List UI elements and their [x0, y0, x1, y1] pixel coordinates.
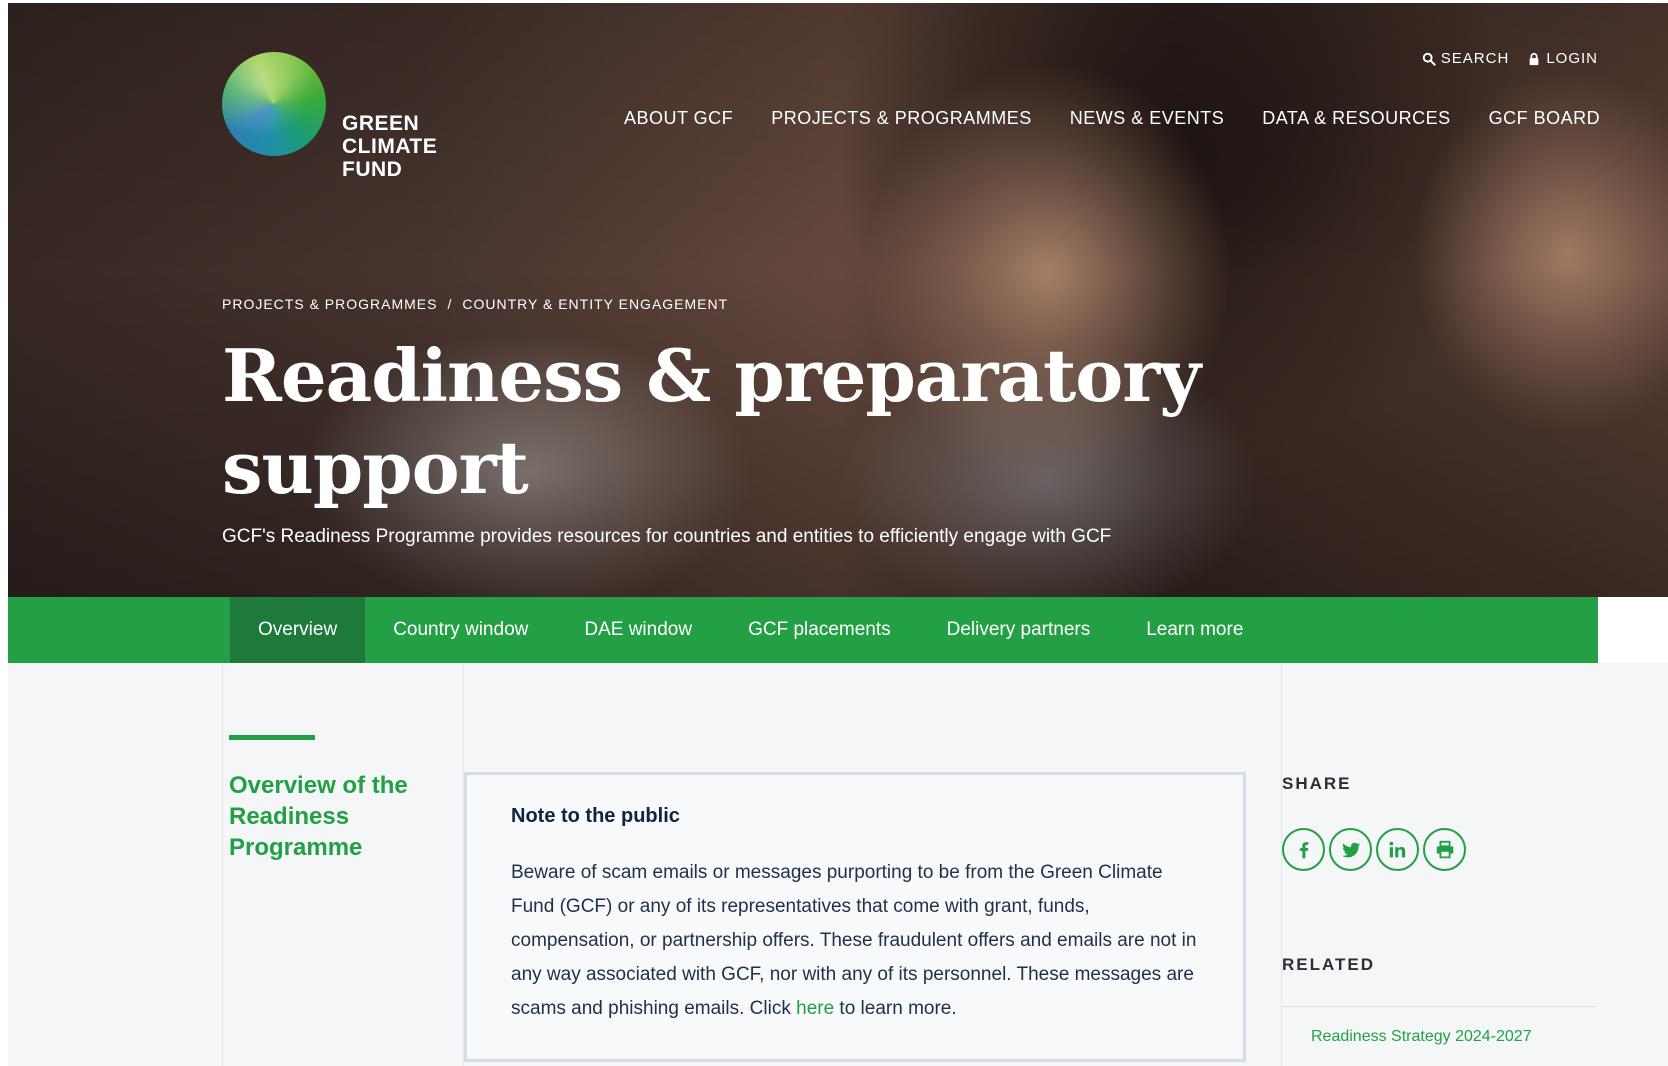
page-title: Readiness & preparatory support: [222, 330, 1222, 514]
subnav-tabs: Overview Country window DAE window GCF p…: [230, 597, 1271, 663]
left-column: [222, 663, 464, 1066]
related-divider: [1282, 1006, 1596, 1007]
notice-here-link[interactable]: here: [796, 998, 834, 1019]
share-heading: SHARE: [1282, 774, 1352, 793]
notice-title: Note to the public: [511, 805, 680, 827]
login-link[interactable]: LOGIN: [1527, 50, 1598, 67]
page-subtitle: GCF's Readiness Programme provides resou…: [222, 526, 1112, 547]
notice-body: Beware of scam emails or messages purpor…: [511, 856, 1199, 1026]
share-linkedin-button[interactable]: [1376, 828, 1419, 871]
lock-icon: [1529, 52, 1539, 65]
share-facebook-button[interactable]: [1282, 828, 1325, 871]
sidebar-heading: Overview of the Readiness Programme: [229, 772, 408, 861]
facebook-icon: [1299, 841, 1308, 858]
nav-data-resources[interactable]: DATA & RESOURCES: [1262, 108, 1450, 129]
breadcrumb: PROJECTS & PROGRAMMES / COUNTRY & ENTITY…: [222, 296, 728, 312]
tab-gcf-placements[interactable]: GCF placements: [720, 597, 919, 663]
related-heading: RELATED: [1282, 955, 1376, 974]
logo-wordmark: GREEN CLIMATE FUND: [342, 112, 437, 181]
notice-box: Note to the public Beware of scam emails…: [464, 772, 1246, 1062]
breadcrumb-item[interactable]: PROJECTS & PROGRAMMES: [222, 296, 437, 312]
breadcrumb-item[interactable]: COUNTRY & ENTITY ENGAGEMENT: [462, 296, 728, 312]
share-print-button[interactable]: [1423, 828, 1466, 871]
heading-accent-bar: [229, 735, 315, 740]
tab-delivery-partners[interactable]: Delivery partners: [919, 597, 1119, 663]
search-label: SEARCH: [1440, 50, 1510, 67]
logo-globe-icon: [222, 52, 326, 156]
breadcrumb-separator: /: [447, 296, 453, 312]
nav-news-events[interactable]: NEWS & EVENTS: [1070, 108, 1225, 129]
nav-gcf-board[interactable]: GCF BOARD: [1489, 108, 1601, 129]
notice-text: Beware of scam emails or messages purpor…: [511, 862, 1197, 1019]
gcf-logo[interactable]: GREEN CLIMATE FUND: [222, 48, 442, 188]
page-title-line: Readiness & preparatory: [222, 333, 1201, 418]
main-nav: ABOUT GCF PROJECTS & PROGRAMMES NEWS & E…: [624, 108, 1600, 129]
section-subnav: Overview Country window DAE window GCF p…: [8, 597, 1598, 663]
tab-learn-more[interactable]: Learn more: [1118, 597, 1271, 663]
logo-line: FUND: [342, 158, 403, 181]
tab-country-window[interactable]: Country window: [365, 597, 556, 663]
related-link[interactable]: Readiness Strategy 2024-2027: [1311, 1028, 1532, 1046]
print-icon: [1436, 840, 1453, 858]
nav-about-gcf[interactable]: ABOUT GCF: [624, 108, 733, 129]
share-twitter-button[interactable]: [1329, 828, 1372, 871]
search-link[interactable]: SEARCH: [1422, 50, 1510, 67]
search-icon: [1422, 52, 1436, 66]
page-title-line: support: [222, 425, 529, 510]
logo-line: GREEN: [342, 112, 420, 135]
tab-dae-window[interactable]: DAE window: [556, 597, 720, 663]
nav-projects-programmes[interactable]: PROJECTS & PROGRAMMES: [771, 108, 1032, 129]
share-buttons: [1282, 828, 1466, 871]
notice-text-end: to learn more.: [834, 998, 957, 1019]
logo-line: CLIMATE: [342, 135, 438, 158]
login-label: LOGIN: [1546, 50, 1598, 67]
linkedin-icon: [1389, 841, 1405, 857]
utility-nav: SEARCH LOGIN: [1422, 50, 1598, 67]
tab-overview[interactable]: Overview: [230, 597, 366, 663]
twitter-icon: [1341, 842, 1360, 857]
